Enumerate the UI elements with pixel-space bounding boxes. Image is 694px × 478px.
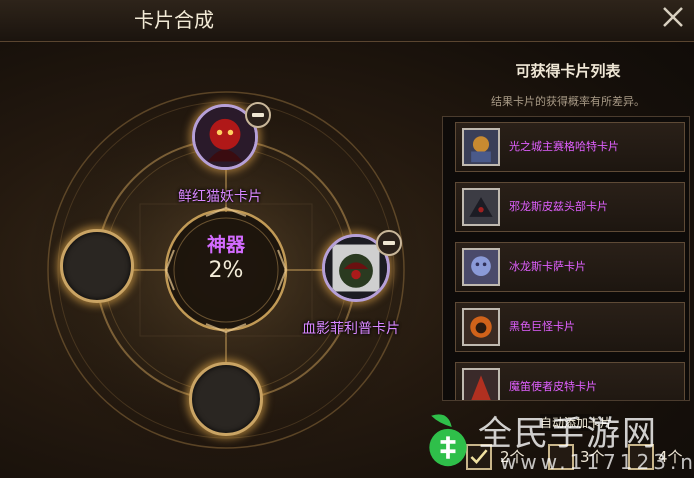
card-list-title: 可获得卡片列表	[515, 62, 621, 80]
remove-card-right-button[interactable]	[376, 230, 402, 256]
auto-add-label: 自动添加卡片	[540, 414, 613, 431]
card-item-name: 光之城主赛格哈特卡片	[509, 140, 619, 153]
card-item-name: 邪龙斯皮兹头部卡片	[509, 200, 608, 213]
close-button[interactable]	[660, 4, 686, 30]
card-item-name: 黑色巨怪卡片	[509, 320, 575, 333]
option-4-checkbox[interactable]	[628, 444, 654, 470]
option-2-label: 2个	[500, 448, 525, 466]
dark-dragon-head-portrait	[462, 188, 500, 226]
card-list-item[interactable]: 魔笛使者皮特卡片	[455, 362, 685, 400]
card-synthesis-window: 卡片合成 神器 2% 鲜红猫妖卡片 血影菲利普卡片 可获得卡片列表 结果卡片的获…	[0, 0, 694, 478]
slot-top-card-name: 鲜红猫妖卡片	[178, 189, 262, 205]
card-slot-left-empty[interactable]	[60, 229, 134, 303]
synthesis-rate: 2%	[208, 258, 244, 283]
card-list-item[interactable]: 冰龙斯卡萨卡片	[455, 242, 685, 292]
remove-card-top-button[interactable]	[245, 102, 271, 128]
close-icon	[663, 7, 683, 27]
ice-dragon-portrait	[462, 248, 500, 286]
option-4-label: 4个	[658, 448, 683, 466]
card-list-item[interactable]: 邪龙斯皮兹头部卡片	[455, 182, 685, 232]
option-3-label: 3个	[580, 448, 605, 466]
slot-right-card-name: 血影菲利普卡片	[302, 321, 400, 337]
card-item-name: 冰龙斯卡萨卡片	[509, 260, 586, 273]
obtainable-card-list[interactable]: 光之城主赛格哈特卡片 邪龙斯皮兹头部卡片 冰龙斯卡萨卡片 黑色巨怪卡片 魔笛使者…	[442, 116, 690, 401]
black-giant-portrait	[462, 308, 500, 346]
card-list-item[interactable]: 黑色巨怪卡片	[455, 302, 685, 352]
flute-messenger-portrait	[462, 368, 500, 400]
card-item-name: 魔笛使者皮特卡片	[509, 380, 597, 393]
title-bar: 卡片合成	[0, 0, 694, 42]
card-list-item[interactable]: 光之城主赛格哈特卡片	[455, 122, 685, 172]
synthesis-grade: 神器	[206, 234, 245, 256]
card-slot-bottom-empty[interactable]	[189, 362, 263, 436]
option-3-checkbox[interactable]	[548, 444, 574, 470]
synthesis-area: 神器 2% 鲜红猫妖卡片 血影菲利普卡片	[0, 44, 440, 478]
checkmark-icon	[470, 449, 488, 464]
armored-knight-portrait	[462, 128, 500, 166]
window-title: 卡片合成	[134, 8, 214, 32]
card-list-subtitle: 结果卡片的获得概率有所差异。	[491, 95, 645, 108]
option-2-checkbox[interactable]	[466, 444, 492, 470]
